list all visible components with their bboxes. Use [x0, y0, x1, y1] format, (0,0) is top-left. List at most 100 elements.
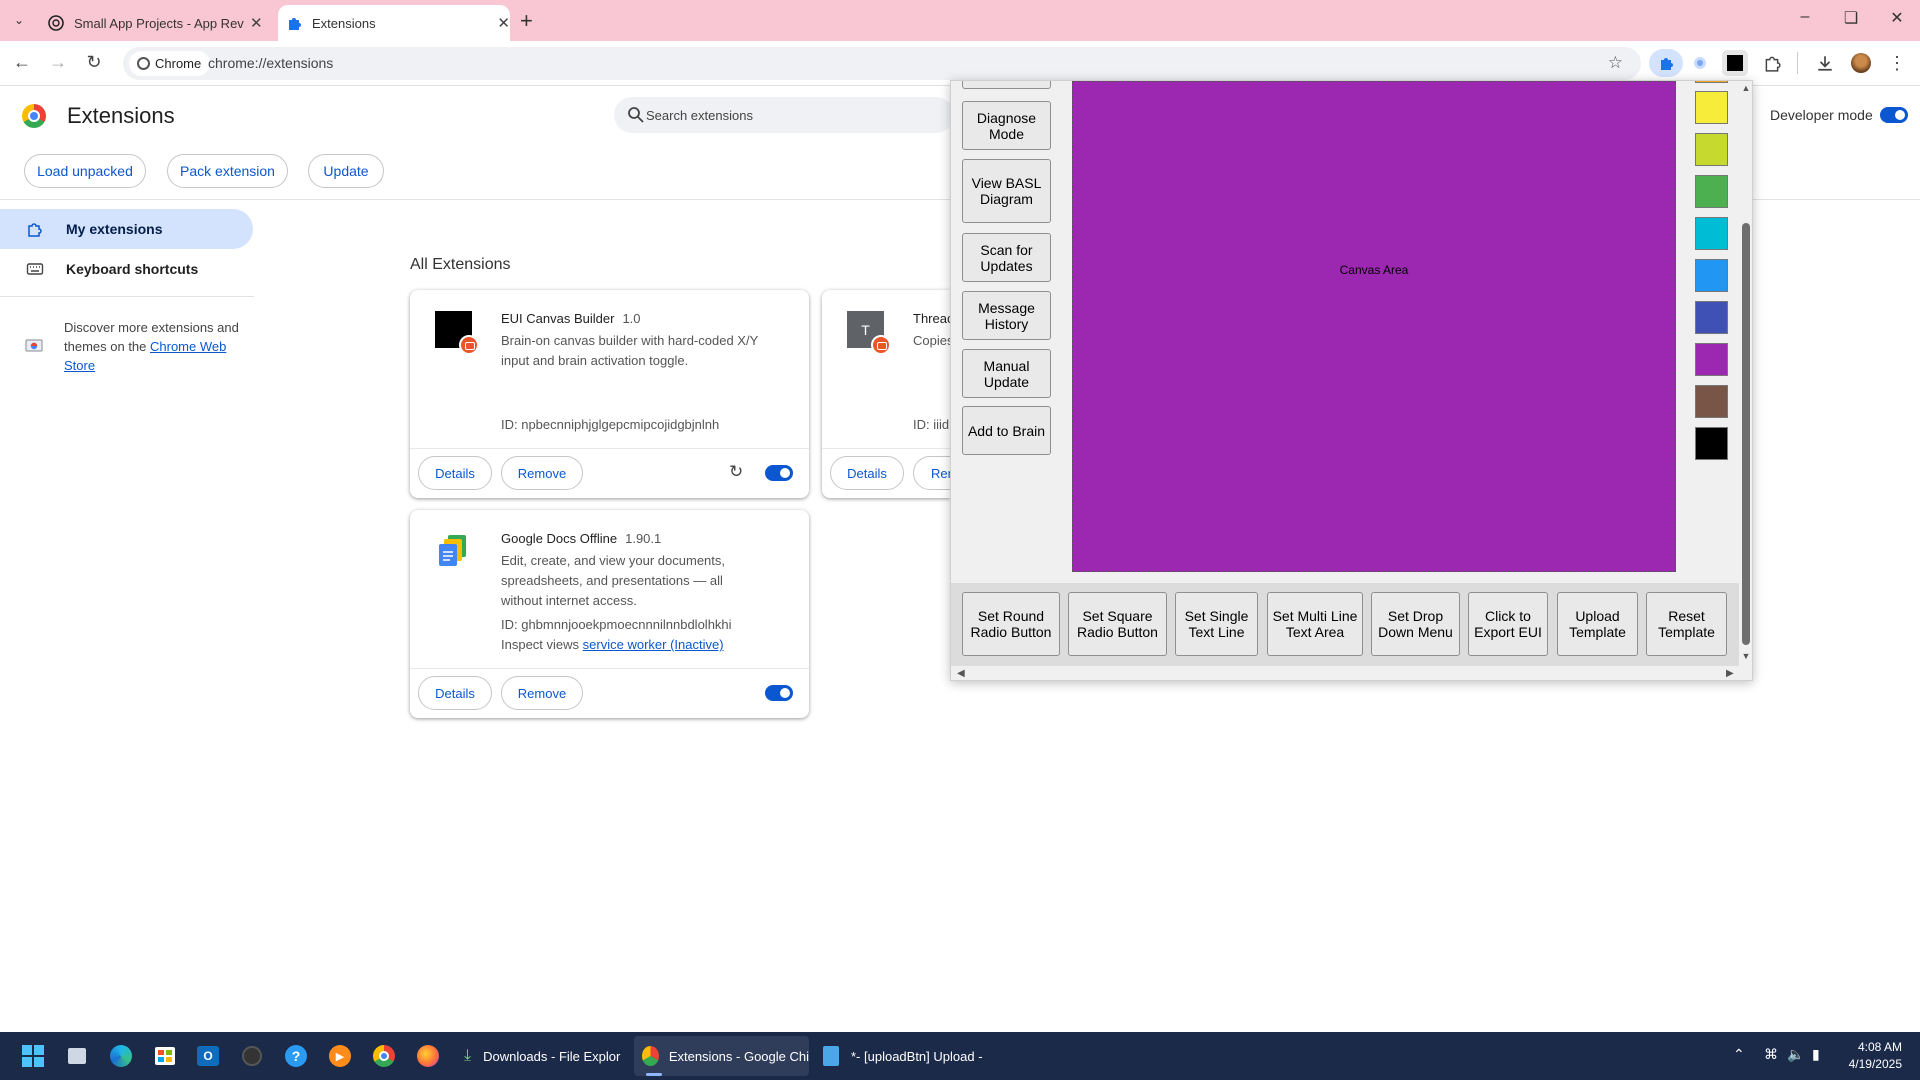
scrollbar-thumb[interactable]	[1742, 223, 1750, 645]
color-swatch-purple[interactable]	[1695, 343, 1728, 376]
sidebar-item-label: Keyboard shortcuts	[66, 261, 199, 277]
set-round-radio-button[interactable]: Set Round Radio Button	[962, 592, 1060, 656]
microsoft-store-icon[interactable]	[151, 1042, 179, 1070]
tab-search-dropdown-icon[interactable]: ⌄	[8, 9, 30, 31]
canvas-area-label: Canvas Area	[1339, 263, 1409, 277]
bookmark-star-icon[interactable]: ☆	[1608, 53, 1623, 73]
wifi-icon[interactable]: ⌘	[1764, 1046, 1778, 1063]
vertical-scrollbar[interactable]: ▲ ▼	[1739, 81, 1752, 665]
reset-template-button[interactable]: Reset Template	[1646, 592, 1727, 656]
color-swatch-black[interactable]	[1695, 427, 1728, 460]
color-swatch-brown[interactable]	[1695, 385, 1728, 418]
edge-icon[interactable]	[107, 1042, 135, 1070]
show-hidden-icons-icon[interactable]: ⌃	[1733, 1046, 1745, 1063]
manual-update-button[interactable]: Manual Update	[962, 349, 1051, 398]
tab-small-app-projects[interactable]: Small App Projects - App Revie ✕	[46, 5, 268, 41]
address-bar[interactable]: Chrome chrome://extensions ☆	[123, 47, 1641, 80]
site-info-chip[interactable]: Chrome	[129, 51, 211, 76]
canvas-area[interactable]: Canvas Area	[1072, 81, 1676, 572]
new-tab-icon[interactable]: +	[520, 8, 533, 34]
color-swatch-green[interactable]	[1695, 175, 1728, 208]
minimize-icon[interactable]: –	[1790, 8, 1820, 26]
chrome-taskbar-icon[interactable]	[370, 1042, 398, 1070]
media-player-icon[interactable]: ▶	[326, 1042, 354, 1070]
remove-button[interactable]: Remove	[501, 456, 583, 490]
load-unpacked-button[interactable]: Load unpacked	[24, 154, 146, 188]
restore-icon[interactable]: ❏	[1836, 8, 1866, 28]
card-divider	[410, 448, 809, 449]
back-icon[interactable]: ←	[10, 52, 34, 73]
set-square-radio-button[interactable]: Set Square Radio Button	[1068, 592, 1167, 656]
scroll-right-icon[interactable]: ▶	[1726, 668, 1734, 679]
taskbar-extensions-google-chrome[interactable]: Extensions - Google Chi	[634, 1036, 809, 1076]
extension-description: Copies	[913, 333, 953, 348]
url-text[interactable]: chrome://extensions	[208, 55, 333, 71]
reload-icon[interactable]: ↻	[82, 52, 106, 73]
firefox-icon[interactable]	[414, 1042, 442, 1070]
help-app-icon[interactable]: ?	[282, 1042, 310, 1070]
extension-dot-icon[interactable]	[1687, 50, 1713, 76]
download-icon[interactable]	[1812, 50, 1838, 76]
view-basl-diagram-button[interactable]: View BASL Diagram	[962, 159, 1051, 223]
set-drop-down-menu-button[interactable]: Set Drop Down Menu	[1371, 592, 1460, 656]
sidebar-item-my-extensions[interactable]: My extensions	[0, 209, 253, 249]
extension-name: Threac	[913, 311, 954, 326]
pack-extension-button[interactable]: Pack extension	[167, 154, 288, 188]
service-worker-link[interactable]: service worker (Inactive)	[583, 637, 724, 652]
start-icon[interactable]	[19, 1042, 47, 1070]
chrome-menu-icon[interactable]: ⋮	[1884, 50, 1910, 76]
task-view-icon[interactable]	[63, 1042, 91, 1070]
color-swatch-lime[interactable]	[1695, 133, 1728, 166]
color-swatch-yellow[interactable]	[1695, 91, 1728, 124]
scroll-up-icon[interactable]: ▲	[1739, 83, 1752, 93]
upload-template-button[interactable]: Upload Template	[1557, 592, 1638, 656]
color-swatch-blue[interactable]	[1695, 259, 1728, 292]
update-button[interactable]: Update	[308, 154, 384, 188]
sidebar-item-label: My extensions	[66, 221, 163, 237]
taskbar-upload-notepad[interactable]: *- [uploadBtn] Upload -	[815, 1036, 985, 1076]
developer-mode-label: Developer mode	[1770, 107, 1873, 123]
tab-title: Extensions	[312, 15, 376, 31]
color-swatch-orange[interactable]	[1695, 81, 1728, 83]
hidden-top-button[interactable]	[962, 81, 1051, 89]
developer-mode-toggle[interactable]	[1880, 107, 1908, 123]
message-history-button[interactable]: Message History	[962, 291, 1051, 340]
set-single-text-line-button[interactable]: Set Single Text Line	[1175, 592, 1258, 656]
extensions-menu-icon[interactable]	[1759, 50, 1785, 76]
close-window-icon[interactable]: ✕	[1882, 8, 1912, 28]
extension-enable-toggle[interactable]	[765, 465, 793, 481]
close-tab-icon[interactable]: ✕	[250, 14, 263, 32]
diagnose-mode-button[interactable]: Diagnose Mode	[962, 101, 1051, 150]
app-circle-icon[interactable]	[238, 1042, 266, 1070]
outlook-icon[interactable]: O	[194, 1042, 222, 1070]
sidebar-item-keyboard-shortcuts[interactable]: Keyboard shortcuts	[0, 249, 253, 289]
remove-button[interactable]: Remove	[501, 676, 583, 710]
scroll-down-icon[interactable]: ▼	[1739, 651, 1752, 661]
system-clock[interactable]: 4:08 AM 4/19/2025	[1849, 1039, 1902, 1073]
details-button[interactable]: Details	[418, 456, 492, 490]
color-swatch-cyan[interactable]	[1695, 217, 1728, 250]
set-multi-line-text-area-button[interactable]: Set Multi Line Text Area	[1267, 592, 1363, 656]
scan-for-updates-button[interactable]: Scan for Updates	[962, 233, 1051, 282]
taskbar-app-label: *- [uploadBtn] Upload -	[851, 1048, 983, 1064]
forward-icon[interactable]: →	[46, 52, 70, 73]
search-box[interactable]	[614, 97, 954, 133]
color-swatch-indigo[interactable]	[1695, 301, 1728, 334]
extension-pinned-puzzle-icon[interactable]	[1649, 49, 1683, 77]
search-input[interactable]	[646, 105, 936, 125]
click-to-export-eui-button[interactable]: Click to Export EUI	[1468, 592, 1548, 656]
scroll-left-icon[interactable]: ◀	[957, 668, 965, 679]
close-tab-icon[interactable]: ✕	[497, 14, 510, 32]
extension-enable-toggle[interactable]	[765, 685, 793, 701]
profile-avatar[interactable]	[1848, 50, 1874, 76]
battery-icon[interactable]: ▮	[1812, 1046, 1820, 1063]
details-button[interactable]: Details	[418, 676, 492, 710]
volume-icon[interactable]: 🔈	[1787, 1046, 1804, 1063]
tab-extensions[interactable]: Extensions ✕	[278, 5, 510, 41]
add-to-brain-button[interactable]: Add to Brain	[962, 406, 1051, 455]
horizontal-scrollbar[interactable]: ◀ ▶	[951, 665, 1739, 680]
taskbar-downloads-file-explorer[interactable]: ⤓ Downloads - File Explor	[456, 1036, 628, 1076]
details-button[interactable]: Details	[830, 456, 904, 490]
reload-extension-icon[interactable]: ↻	[729, 462, 743, 482]
eui-canvas-builder-extension-icon[interactable]	[1722, 50, 1748, 76]
